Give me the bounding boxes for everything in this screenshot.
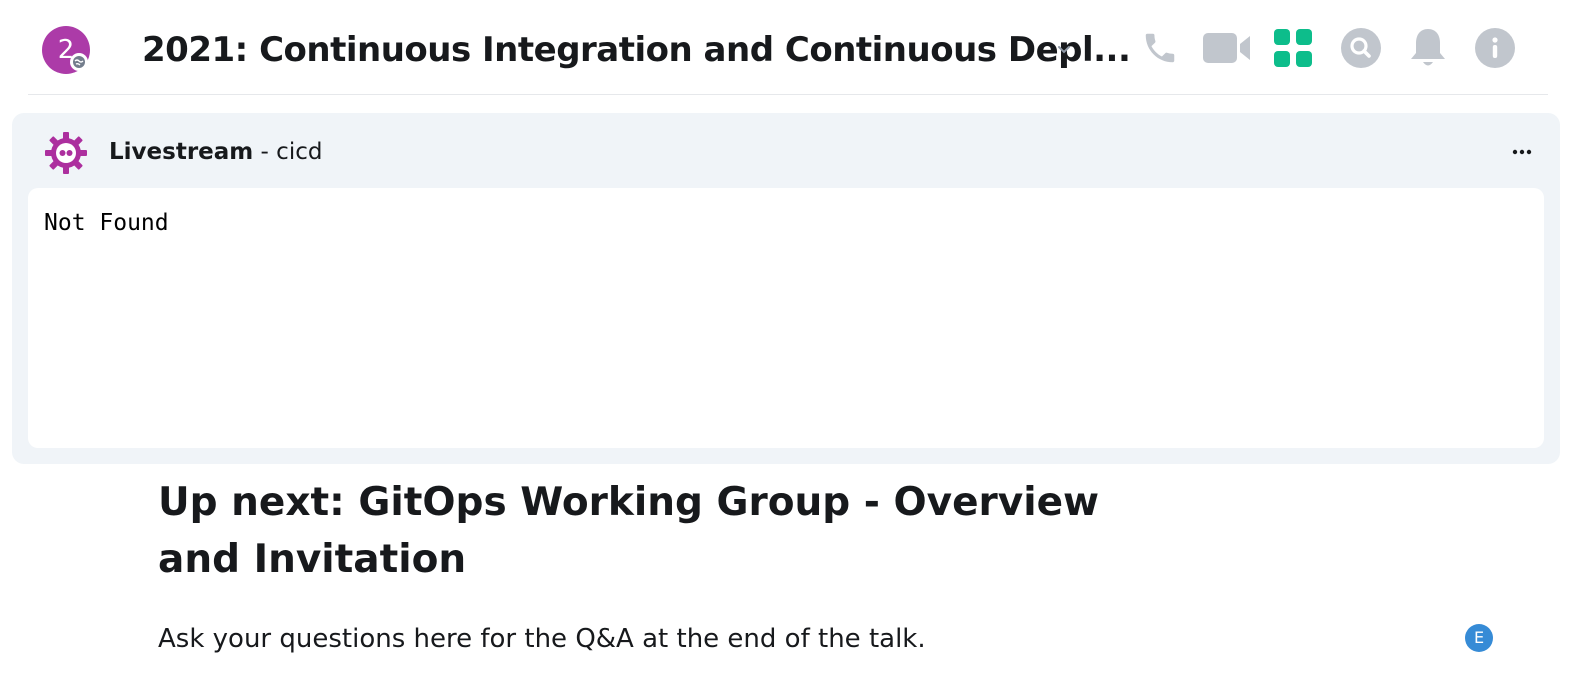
video-call-button[interactable]: [1203, 28, 1251, 72]
widget-title: Livestream - cicd: [109, 137, 322, 167]
room-name[interactable]: 2021: Continuous Integration and Continu…: [142, 28, 1131, 72]
widget-gear-icon: [44, 131, 88, 175]
notifications-button[interactable]: [1406, 28, 1450, 72]
up-next-heading: Up next: GitOps Working Group - Overview…: [158, 480, 1100, 582]
bell-icon: [1409, 27, 1447, 74]
read-receipt-avatar[interactable]: E: [1465, 624, 1493, 652]
livestream-widget: Livestream - cicd Not Found: [12, 113, 1560, 464]
widget-content-text: Not Found: [44, 210, 169, 236]
widget-options-button[interactable]: [1508, 139, 1536, 163]
voice-call-button[interactable]: [1138, 28, 1182, 72]
phone-icon: [1141, 29, 1179, 72]
topic-text: Ask your questions here for the Q&A at t…: [158, 624, 926, 654]
public-room-icon: [70, 53, 88, 71]
video-icon: [1203, 30, 1251, 71]
header-divider: [28, 94, 1548, 95]
info-icon: [1474, 27, 1516, 74]
widget-iframe[interactable]: Not Found: [28, 188, 1544, 448]
search-button[interactable]: [1339, 27, 1383, 74]
chevron-down-icon[interactable]: [1056, 41, 1072, 57]
widget-name: Livestream: [109, 139, 254, 165]
apps-icon: [1273, 28, 1313, 73]
search-icon: [1340, 27, 1382, 74]
room-info-button[interactable]: [1473, 27, 1517, 74]
more-horizontal-icon: [1512, 142, 1532, 160]
apps-button[interactable]: [1271, 28, 1315, 72]
room-header: 2 2021: Continuous Integration and Conti…: [0, 0, 1588, 96]
widget-subtitle: - cicd: [253, 139, 323, 165]
